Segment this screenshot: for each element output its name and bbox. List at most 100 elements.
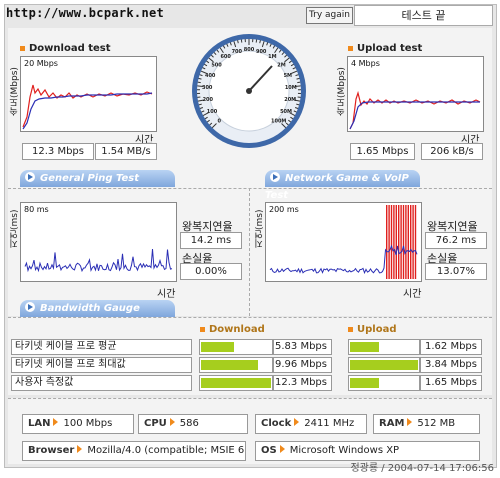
bandwidth-upload-header-text: Upload [357,324,397,335]
gauge-tick [296,77,300,80]
ping-game-loss-mark [412,205,414,279]
ping-game-max-label: 200 ms [269,205,299,214]
browser-label: Browser [28,445,75,456]
upload-value: 1.62 Mbps [420,339,482,355]
ram-info: RAM 512 MB [373,414,480,434]
gauge-tick [197,81,201,84]
gauge-hub [246,88,252,94]
gauge-tick-label: 100 [207,109,218,115]
url-watermark: http://www.bcpark.net [6,6,165,20]
download-max-label: 20 Mbps [24,59,58,68]
arrow-icon [270,172,280,182]
lan-label: LAN [28,418,51,429]
gauge-tick-label: 0 [218,119,222,125]
upload-speed-kbs: 206 kB/s [421,143,483,160]
divider [249,188,250,316]
gauge-tick-label: 200 [203,97,214,103]
arrow-icon [25,172,35,182]
gauge-tick-label: 10M [285,85,297,91]
ping-game-loss-mark [405,205,407,279]
upload-test-title-text: Upload test [357,43,423,54]
download-series-red [22,84,153,128]
ping-general-latency-value: 14.2 ms [180,232,242,249]
bandwidth-row-label: 타키넷 케이블 프로 평균 [11,339,192,355]
divider [8,398,492,399]
download-value: 5.83 Mbps [273,339,332,355]
arrow-icon [169,418,175,426]
clock-info: Clock 2411 MHz [255,414,367,434]
download-test-title-text: Download test [29,43,111,54]
bandwidth-upload-header: Upload [348,324,396,335]
ping-general-graph: 80 ms [20,202,177,282]
cpu-value: 586 [179,418,199,429]
lan-info: LAN 100 Mbps [22,414,134,434]
tab-bandwidth-gauge-label: Bandwidth Gauge [40,303,140,314]
upload-graph: 4 Mbps [347,56,484,132]
download-graph-svg [22,84,153,130]
ping-game-loss-mark [410,205,412,279]
gauge-tick-label: 300 [202,85,213,91]
os-value: Microsoft Windows XP [289,445,400,456]
download-value: 12.3 Mbps [273,375,332,391]
upload-bar-fill [350,378,379,388]
tab-bandwidth-gauge[interactable]: Bandwidth Gauge [20,300,175,317]
ping-general-time-label: 시간 [157,289,176,300]
lan-value: 100 Mbps [63,418,113,429]
gauge-tick-label: 50M [280,109,292,115]
tab-general-ping-test[interactable]: General Ping Test [20,170,175,187]
download-speed-mbs: 1.54 MB/s [95,143,157,160]
upload-series-blue [349,101,480,130]
ping-game-loss-mark [388,205,390,279]
ping-game-loss-mark [398,205,400,279]
gauge-tick-label: 100M [271,119,286,125]
ping-game-loss-mark [414,205,417,279]
gauge-tick-label: 500 [211,62,222,68]
ping-game-graph: 200 ms [265,202,422,282]
download-bar [199,357,273,373]
upload-graph-svg [349,90,481,130]
ping-game-svg [269,205,418,279]
gauge-tick [297,81,301,84]
ping-game-loss-value: 13.07% [425,263,487,280]
ping-game-loss-mark [386,205,388,279]
bullet-icon [348,45,353,51]
gauge-tick-label: 800 [244,47,255,53]
arrow-icon [25,302,35,312]
arrow-icon [294,418,300,426]
test-status: 테스트 끝 [354,5,493,26]
ping-game-loss-mark [390,205,393,279]
gauge-tick-label: 700 [232,49,243,55]
upload-series-red [349,90,481,130]
gauge-tick-label: 5M [284,73,292,79]
cpu-label: CPU [144,418,167,429]
upload-max-label: 4 Mbps [351,59,380,68]
download-graph: 20 Mbps [20,56,157,132]
browser-value: Mozilla/4.0 (compatible; MSIE 6.0 [87,445,246,456]
upload-bar [348,357,420,373]
divider [8,317,492,318]
download-speed-mbps: 12.3 Mbps [22,143,94,160]
try-again-button[interactable]: Try again [306,7,353,24]
clock-value: 2411 MHz [304,418,355,429]
arrow-icon [53,418,59,426]
clock-label: Clock [261,418,292,429]
tab-network-game-voip-test[interactable]: Network Game & VoIP Test [265,170,420,201]
gauge-tick-label: 20M [284,97,296,103]
download-bar-fill [201,342,234,352]
arrow-icon [279,445,285,453]
upload-bar [348,375,420,391]
gauge-tick [237,40,239,44]
ram-value: 512 MB [417,418,456,429]
download-test-title: Download test [20,43,111,54]
upload-bar [348,339,420,355]
os-label: OS [261,445,277,456]
upload-value: 3.84 Mbps [420,357,482,373]
ping-game-loss-mark [395,205,397,279]
gauge-tick-label: 900 [256,49,267,55]
gauge-tick-label: 2M [277,62,285,68]
bandwidth-row-label: 사용자 측정값 [11,375,192,391]
download-bar [199,339,273,355]
upload-test-title: Upload test [348,43,422,54]
download-bar-fill [201,360,258,370]
divider [8,188,492,189]
